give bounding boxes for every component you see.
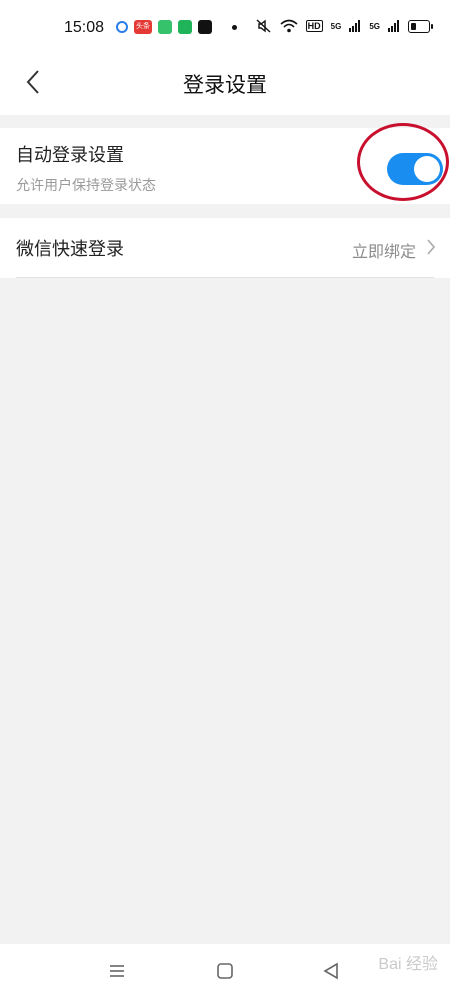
bind-now-link[interactable]: 立即绑定 [352, 238, 416, 262]
system-nav-bar [0, 944, 450, 1000]
battery-icon [408, 19, 433, 33]
signal-bars-icon-1 [349, 20, 361, 32]
notification-icons: 头条 [116, 20, 237, 34]
hd-icon: HD [305, 20, 323, 32]
gallery-icon [158, 20, 172, 34]
more-notifications-icon [232, 24, 237, 30]
chevron-right-icon [427, 239, 436, 255]
auto-login-setting: 自动登录设置 允许用户保持登录状态 [0, 128, 450, 204]
back-triangle-icon[interactable] [322, 962, 340, 980]
mute-icon [256, 19, 271, 33]
auto-login-subtitle: 允许用户保持登录状态 [16, 178, 156, 194]
toggle-knob [414, 156, 440, 182]
page-title: 登录设置 [183, 73, 267, 97]
o-icon [198, 20, 212, 34]
signal-bars-icon-2 [388, 20, 399, 32]
dot-icon [116, 21, 128, 33]
menu-icon[interactable] [108, 962, 126, 980]
system-status-icons: HD 5G 5G [256, 19, 433, 33]
header: 登录设置 [0, 55, 450, 115]
auto-login-title: 自动登录设置 [16, 145, 124, 166]
signal-5g-icon-1: 5G [330, 21, 342, 31]
wifi-icon [280, 19, 298, 33]
status-time: 15:08 [64, 19, 105, 36]
divider [16, 277, 434, 278]
message-icon [178, 20, 192, 34]
wechat-login-title: 微信快速登录 [16, 239, 124, 260]
toutiao-icon: 头条 [134, 20, 152, 34]
signal-5g-icon-2: 5G [369, 21, 380, 31]
auto-login-toggle[interactable] [387, 153, 443, 185]
home-square-icon[interactable] [216, 962, 234, 980]
status-bar: 15:08 头条 HD 5G 5G [0, 0, 450, 55]
wechat-login-row[interactable]: 微信快速登录 立即绑定 [0, 218, 450, 278]
